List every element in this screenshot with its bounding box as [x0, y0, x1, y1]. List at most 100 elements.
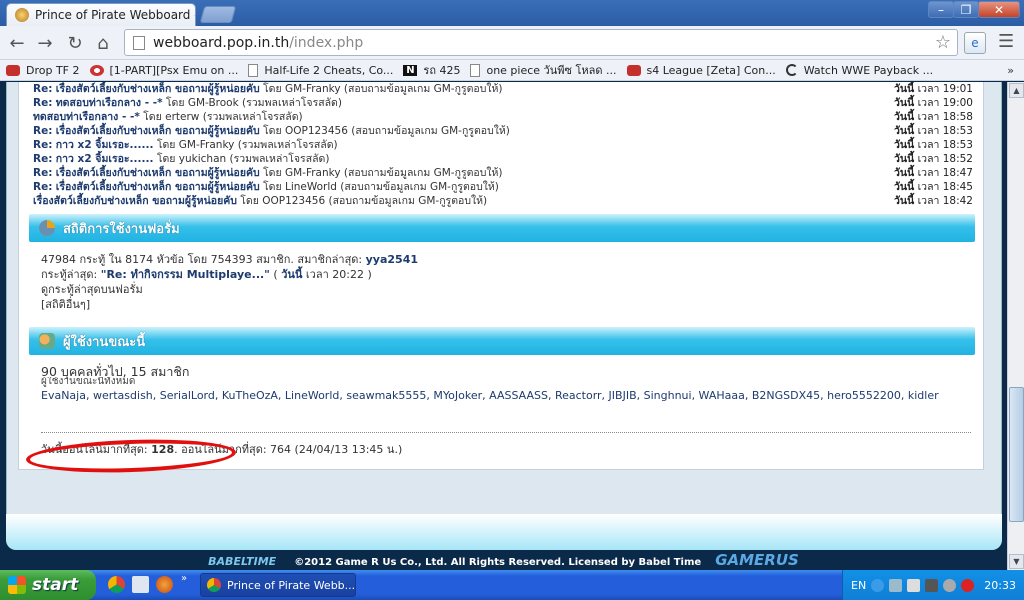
bookmark-item[interactable]: [1-PART][Psx Emu on ...: [89, 64, 238, 77]
post-clock: เวลา 18:47: [917, 167, 973, 179]
taskbar-item-chrome[interactable]: Prince of Pirate Webb...: [200, 573, 356, 597]
menu-icon[interactable]: ☰: [998, 33, 1014, 51]
latest-member-link[interactable]: yya2541: [366, 253, 418, 266]
url-text[interactable]: webboard.pop.in.th/index.php: [153, 35, 363, 51]
show-desktop-icon[interactable]: [132, 576, 149, 593]
maximize-button[interactable]: ❐: [953, 1, 979, 18]
forum-info-panel: Re: เรื่องสัตว์เลี้ยงกับช่างเหล็ก ขอถามผ…: [18, 82, 984, 470]
url-path: /index.php: [289, 34, 364, 51]
latest-post-time: เวลา 20:22 ): [305, 268, 372, 281]
stats-line-1: 47984 กระทู้ ใน 8174 หัวข้อ โดย 754393 ส…: [41, 252, 971, 267]
stats-section-title: สถิติการใช้งานฟอรั่ม: [63, 221, 180, 237]
bookmark-label: รถ 425: [423, 64, 461, 77]
post-title-link[interactable]: ทดสอบท่าเรือกลาง - -*: [33, 111, 140, 123]
quicklaunch-more-icon[interactable]: »: [181, 573, 187, 584]
post-clock: เวลา 18:58: [917, 111, 973, 123]
post-clock: เวลา 18:42: [917, 195, 973, 207]
post-re-label: Re:: [33, 97, 53, 109]
post-day: วันนี้: [893, 125, 915, 137]
more-stats-link[interactable]: [สถิติอื่นๆ]: [41, 297, 971, 312]
language-indicator[interactable]: EN: [851, 579, 866, 592]
network-icon[interactable]: [889, 578, 903, 592]
post-category: (รวมพลเหล่าโจรสลัด): [237, 139, 338, 151]
system-tray: EN 20:33: [842, 570, 1024, 600]
post-time: วันนี้ เวลา 18:58: [894, 110, 973, 124]
reload-icon[interactable]: ↻: [64, 32, 86, 54]
post-author: โดย GM-Brook: [165, 97, 239, 109]
post-title-link[interactable]: ทดสอบท่าเรือกลาง - -*: [56, 97, 163, 109]
address-bar[interactable]: webboard.pop.in.th/index.php ☆: [124, 29, 958, 56]
tab-strip: Prince of Pirate Webboard - × – ❐ ✕: [0, 0, 1024, 26]
page-icon: [470, 63, 481, 77]
tray-chevron-icon[interactable]: [871, 578, 885, 592]
tab-prince-of-pirate[interactable]: Prince of Pirate Webboard - ×: [6, 3, 196, 26]
post-title-link[interactable]: เรื่องสัตว์เลี้ยงกับช่างเหล็ก ขอถามผู้รู…: [56, 125, 260, 137]
home-icon[interactable]: ⌂: [92, 32, 114, 54]
tray-app-icon[interactable]: [943, 578, 957, 592]
c-icon: [785, 64, 798, 76]
recent-post-row: Re: กาว x2 จิ้มเรอะ...... โดย yukichan (…: [33, 152, 973, 166]
bookmark-item[interactable]: Watch WWE Payback ...: [785, 64, 933, 77]
chrome-icon: [207, 578, 221, 592]
taskbar-item-label: Prince of Pirate Webb...: [227, 578, 356, 592]
bookmarks-more-icon[interactable]: »: [1007, 64, 1014, 77]
chrome-quicklaunch-icon[interactable]: [108, 576, 125, 593]
post-title-link[interactable]: เรื่องสัตว์เลี้ยงกับช่างเหล็ก ขอถามผู้รู…: [56, 181, 260, 193]
post-author: โดย GM-Franky: [263, 167, 341, 179]
scroll-down-arrow-icon[interactable]: ▼: [1009, 554, 1024, 569]
scroll-up-arrow-icon[interactable]: ▲: [1009, 83, 1024, 98]
latest-post-link[interactable]: "Re: ทำกิจกรรม Multiplaye...": [101, 268, 270, 281]
post-clock: เวลา 18:53: [917, 125, 973, 137]
latest-post-open: (: [273, 268, 278, 281]
bookmark-label: Drop TF 2: [26, 63, 80, 77]
clock: 20:33: [984, 578, 1016, 592]
post-re-label: Re:: [33, 167, 53, 179]
bookmark-item[interactable]: Half-Life 2 Cheats, Co...: [248, 63, 393, 77]
post-time: วันนี้ เวลา 18:45: [894, 180, 973, 194]
youtube-icon: [6, 64, 20, 76]
post-clock: เวลา 18:52: [917, 153, 973, 165]
post-time: วันนี้ เวลา 19:00: [894, 96, 973, 110]
post-title-link[interactable]: กาว x2 จิ้มเรอะ......: [56, 139, 154, 151]
bookmark-label: one piece วันพีซ โหลด ...: [486, 64, 617, 77]
vertical-scrollbar[interactable]: ▲ ▼: [1007, 82, 1024, 570]
forward-arrow-icon[interactable]: →: [34, 32, 56, 54]
post-title-link[interactable]: เรื่องสัตว์เลี้ยงกับช่างเหล็ก ขอถามผู้รู…: [56, 83, 260, 95]
post-day: วันนี้: [893, 167, 915, 179]
post-category: (สอบถามข้อมูลเกม GM-กูรูตอบให้): [343, 167, 503, 179]
post-title-link[interactable]: กาว x2 จิ้มเรอะ......: [56, 153, 154, 165]
post-author: โดย OOP123456: [240, 195, 326, 207]
bookmark-item[interactable]: one piece วันพีซ โหลด ...: [470, 61, 617, 79]
bookmark-star-icon[interactable]: ☆: [935, 32, 951, 53]
post-category: (สอบถามข้อมูลเกม GM-กูรูตอบให้): [351, 125, 510, 137]
recent-posts-link[interactable]: ดูกระทู้ล่าสุดบนฟอรั่ม: [41, 282, 971, 297]
back-arrow-icon[interactable]: ←: [6, 32, 28, 54]
post-author: โดย LineWorld: [263, 181, 337, 193]
steam-icon[interactable]: [925, 578, 939, 592]
firefox-quicklaunch-icon[interactable]: [156, 576, 173, 593]
close-window-button[interactable]: ✕: [978, 1, 1020, 18]
antivirus-icon[interactable]: [961, 578, 975, 592]
n-icon: N: [403, 64, 418, 76]
volume-icon[interactable]: [907, 578, 921, 592]
start-button[interactable]: start: [0, 570, 96, 600]
scroll-thumb[interactable]: [1009, 387, 1024, 522]
ie-tab-extension-icon[interactable]: e: [964, 32, 986, 54]
post-day: วันนี้: [893, 97, 915, 109]
youtube-icon: [626, 64, 641, 76]
recent-posts-list: Re: เรื่องสัตว์เลี้ยงกับช่างเหล็ก ขอถามผ…: [33, 82, 973, 208]
bookmark-item[interactable]: s4 League [Zeta] Con...: [626, 64, 776, 77]
tab-title: Prince of Pirate Webboard -: [35, 8, 196, 22]
post-title-link[interactable]: เรื่องสัตว์เลี้ยงกับช่างเหล็ก ขอถามผู้รู…: [56, 167, 260, 179]
minimize-button[interactable]: –: [928, 1, 954, 18]
new-tab-button[interactable]: [199, 6, 237, 23]
online-member-list[interactable]: EvaNaja, wertasdish, SerialLord, KuTheOz…: [41, 388, 971, 403]
babeltime-logo: BABELTIME: [208, 555, 277, 568]
users-icon: [39, 333, 55, 349]
post-category: (สอบถามข้อมูลเกม GM-กูรูตอบให้): [343, 83, 503, 95]
post-time: วันนี้ เวลา 18:42: [894, 194, 973, 208]
bookmark-item[interactable]: Drop TF 2: [6, 64, 80, 77]
post-title-link[interactable]: เรื่องสัตว์เลี้ยงกับช่างเหล็ก ขอถามผู้รู…: [33, 195, 237, 207]
post-day: วันนี้: [893, 139, 915, 151]
bookmark-item[interactable]: N รถ 425: [403, 61, 460, 79]
